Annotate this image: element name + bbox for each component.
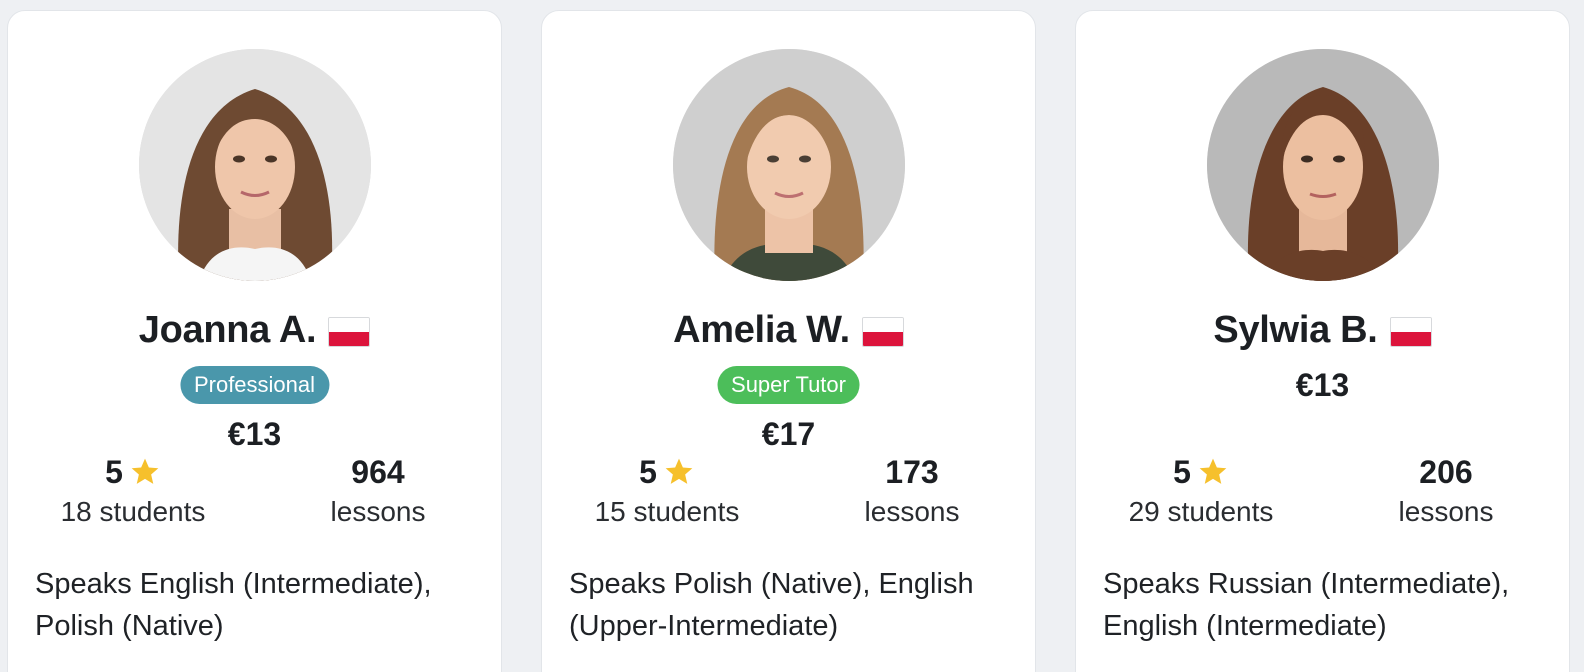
languages-spoken: Speaks Polish (Native), English (Upper-I… <box>569 568 974 642</box>
rating-value: 5 <box>105 453 123 490</box>
tutor-photo <box>139 49 371 281</box>
rating-stat: 5 15 students <box>582 452 752 528</box>
lessons-count: 964 <box>351 453 405 490</box>
tutor-card-grid: Joanna A. Professional €13 5 18 students… <box>0 0 1584 672</box>
lessons-label: lessons <box>330 496 426 527</box>
tutor-card[interactable]: Sylwia B. €13 5 29 students 206 lessons … <box>1075 10 1570 672</box>
lessons-count: 173 <box>885 453 939 490</box>
tutor-card[interactable]: Amelia W. Super Tutor €17 5 15 students … <box>541 10 1036 672</box>
tutor-name[interactable]: Amelia W. <box>673 309 850 352</box>
poland-flag-icon <box>861 317 904 347</box>
tutor-name-row: Amelia W. <box>542 307 1035 353</box>
students-count: 18 students <box>60 496 206 527</box>
tutor-avatar[interactable] <box>139 49 371 281</box>
students-count: 29 students <box>1128 496 1274 527</box>
lessons-stat: 173 lessons <box>827 452 997 528</box>
poland-flag-icon <box>1389 317 1432 347</box>
tutor-avatar[interactable] <box>673 49 905 281</box>
tutor-card[interactable]: Joanna A. Professional €13 5 18 students… <box>7 10 502 672</box>
star-icon <box>131 458 159 484</box>
tutor-price: €17 <box>761 416 816 452</box>
languages-spoken: Speaks Russian (Intermediate), English (… <box>1103 568 1510 642</box>
rating-value: 5 <box>639 453 657 490</box>
rating-stat: 5 29 students <box>1116 452 1286 528</box>
lessons-count: 206 <box>1419 453 1473 490</box>
tutor-photo <box>673 49 905 281</box>
tutor-name-row: Sylwia B. <box>1076 307 1569 353</box>
tutor-badge-super-tutor: Super Tutor <box>717 366 860 404</box>
students-count: 15 students <box>594 496 740 527</box>
tutor-name[interactable]: Joanna A. <box>139 309 317 352</box>
tutor-avatar[interactable] <box>1207 49 1439 281</box>
tutor-price: €13 <box>227 416 282 452</box>
star-icon <box>1199 458 1227 484</box>
tutor-name-row: Joanna A. <box>8 307 501 353</box>
lessons-label: lessons <box>864 496 960 527</box>
tutor-price: €13 <box>1295 367 1350 403</box>
rating-value: 5 <box>1173 453 1191 490</box>
lessons-stat: 964 lessons <box>293 452 463 528</box>
tutor-name[interactable]: Sylwia B. <box>1213 309 1377 352</box>
tutor-badge-professional: Professional <box>179 366 330 404</box>
rating-stat: 5 18 students <box>48 452 218 528</box>
lessons-label: lessons <box>1398 496 1494 527</box>
tutor-photo <box>1207 49 1439 281</box>
lessons-stat: 206 lessons <box>1361 452 1531 528</box>
star-icon <box>665 458 693 484</box>
poland-flag-icon <box>328 317 371 347</box>
languages-spoken: Speaks English (Intermediate), Polish (N… <box>35 568 432 642</box>
